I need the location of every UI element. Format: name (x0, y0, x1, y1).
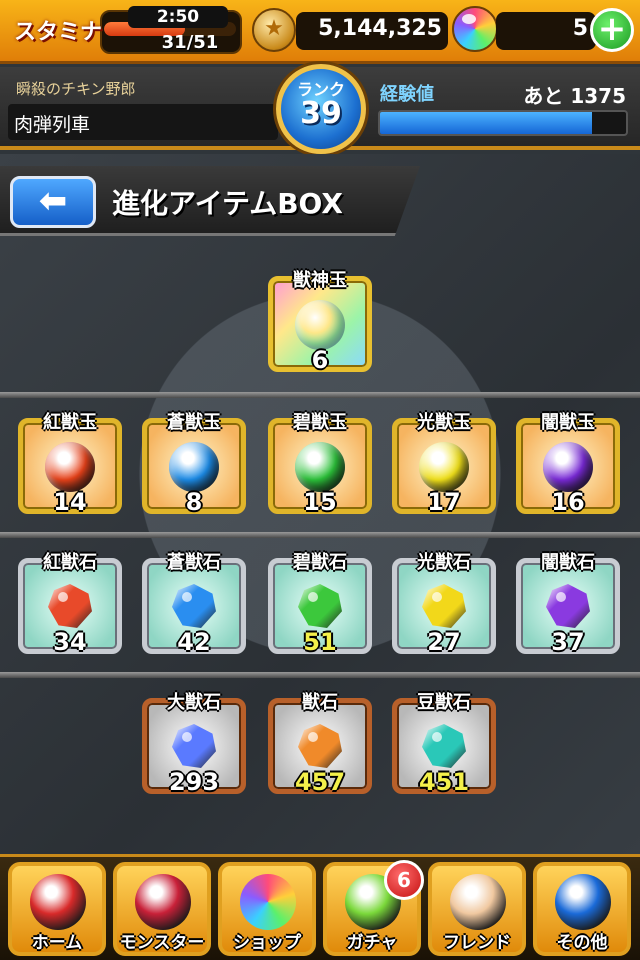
item-dark-beast-stone[interactable]: 闇獣石 37 (516, 548, 620, 656)
nav-friend-button[interactable]: フレンド (428, 862, 526, 956)
radar-icon (555, 874, 611, 930)
item-name: 碧獣石 (293, 552, 347, 573)
gold-value: 5,144,325 (318, 16, 442, 41)
shop-orb-icon (240, 874, 296, 930)
nav-home-button[interactable]: ホーム (8, 862, 106, 956)
item-light-beast-orb[interactable]: 光獣玉 17 (392, 408, 496, 516)
item-count: 34 (53, 628, 87, 656)
nav-label: フレンド (443, 933, 511, 953)
nav-other-button[interactable]: その他 (533, 862, 631, 956)
blue-orb-icon (169, 442, 219, 492)
gold-coin-icon (252, 8, 296, 52)
item-name: 豆獣石 (417, 692, 471, 713)
item-dark-beast-orb[interactable]: 闇獣玉 16 (516, 408, 620, 516)
item-green-beast-stone[interactable]: 碧獣石 51 (268, 548, 372, 656)
nav-label: ショップ (233, 933, 301, 953)
item-name: 光獣玉 (417, 412, 471, 433)
item-red-beast-stone[interactable]: 紅獣石 34 (18, 548, 122, 656)
nav-monster-button[interactable]: モンスター (113, 862, 211, 956)
shelf-divider (0, 532, 640, 538)
home-icon (30, 874, 86, 930)
item-count: 42 (177, 628, 211, 656)
green-orb-icon (295, 442, 345, 492)
nav-label: その他 (556, 933, 608, 953)
item-large-beast-stone[interactable]: 大獣石 293 (142, 688, 246, 796)
item-count: 51 (303, 628, 337, 656)
item-count: 14 (53, 488, 87, 516)
item-name: 紅獣玉 (43, 412, 97, 433)
item-name: 闇獣玉 (541, 412, 595, 433)
item-count: 17 (427, 488, 461, 516)
red-orb-icon (45, 442, 95, 492)
item-name: 大獣石 (167, 692, 221, 713)
item-red-beast-orb[interactable]: 紅獣玉 14 (18, 408, 122, 516)
exp-bar-fill (380, 112, 592, 134)
shelf-divider (0, 672, 640, 678)
buy-orbs-button[interactable]: + (590, 8, 634, 52)
yellow-orb-icon (419, 442, 469, 492)
shelf-divider (0, 392, 640, 398)
item-count: 16 (551, 488, 585, 516)
page-title: 進化アイテムBOX (112, 187, 343, 220)
item-count: 6 (311, 346, 329, 374)
item-light-beast-stone[interactable]: 光獣石 27 (392, 548, 496, 656)
exp-bar (378, 110, 628, 136)
orb-icon (452, 6, 498, 52)
item-name: 闇獣石 (541, 552, 595, 573)
item-blue-beast-orb[interactable]: 蒼獣玉 8 (142, 408, 246, 516)
back-button[interactable]: ⬅ (10, 176, 96, 228)
nav-label: ガチャ (346, 933, 398, 953)
item-count: 15 (303, 488, 337, 516)
item-count: 27 (427, 628, 461, 656)
orb-count: 5 (572, 16, 588, 41)
item-count: 8 (185, 488, 203, 516)
purple-orb-icon (543, 442, 593, 492)
stamina-label: スタミナ (14, 20, 103, 45)
item-green-beast-orb[interactable]: 碧獣玉 15 (268, 408, 372, 516)
item-count: 451 (418, 768, 470, 796)
item-small-beast-stone[interactable]: 豆獣石 451 (392, 688, 496, 796)
item-blue-beast-stone[interactable]: 蒼獣石 42 (142, 548, 246, 656)
item-name: 獣神玉 (293, 270, 347, 291)
item-name: 獣石 (302, 692, 338, 713)
item-beast-stone[interactable]: 獣石 457 (268, 688, 372, 796)
stamina-count: 31/51 (161, 32, 219, 53)
nav-shop-button[interactable]: ショップ (218, 862, 316, 956)
beast-god-orb-icon (295, 300, 345, 350)
rank-value: 39 (300, 96, 342, 131)
nav-label: ホーム (31, 933, 83, 953)
item-count: 37 (551, 628, 585, 656)
gacha-notification-badge: 6 (384, 860, 424, 900)
exp-remaining: あと 1375 (523, 84, 626, 108)
item-name: 蒼獣石 (167, 552, 221, 573)
player-title: 瞬殺のチキン野郎 (16, 80, 136, 98)
item-count: 293 (168, 768, 220, 796)
item-name: 光獣石 (417, 552, 471, 573)
item-name: 蒼獣玉 (167, 412, 221, 433)
monster-icon (135, 874, 191, 930)
nav-label: モンスター (119, 933, 205, 953)
exp-label: 経験値 (380, 84, 434, 105)
item-name: 碧獣玉 (293, 412, 347, 433)
player-name: 肉弾列車 (14, 114, 91, 136)
item-name: 紅獣石 (43, 552, 97, 573)
item-count: 457 (294, 768, 346, 796)
stamina-timer: 2:50 (128, 6, 228, 28)
handshake-icon (450, 874, 506, 930)
item-beast-god-orb[interactable]: 獣神玉 6 (268, 266, 372, 374)
